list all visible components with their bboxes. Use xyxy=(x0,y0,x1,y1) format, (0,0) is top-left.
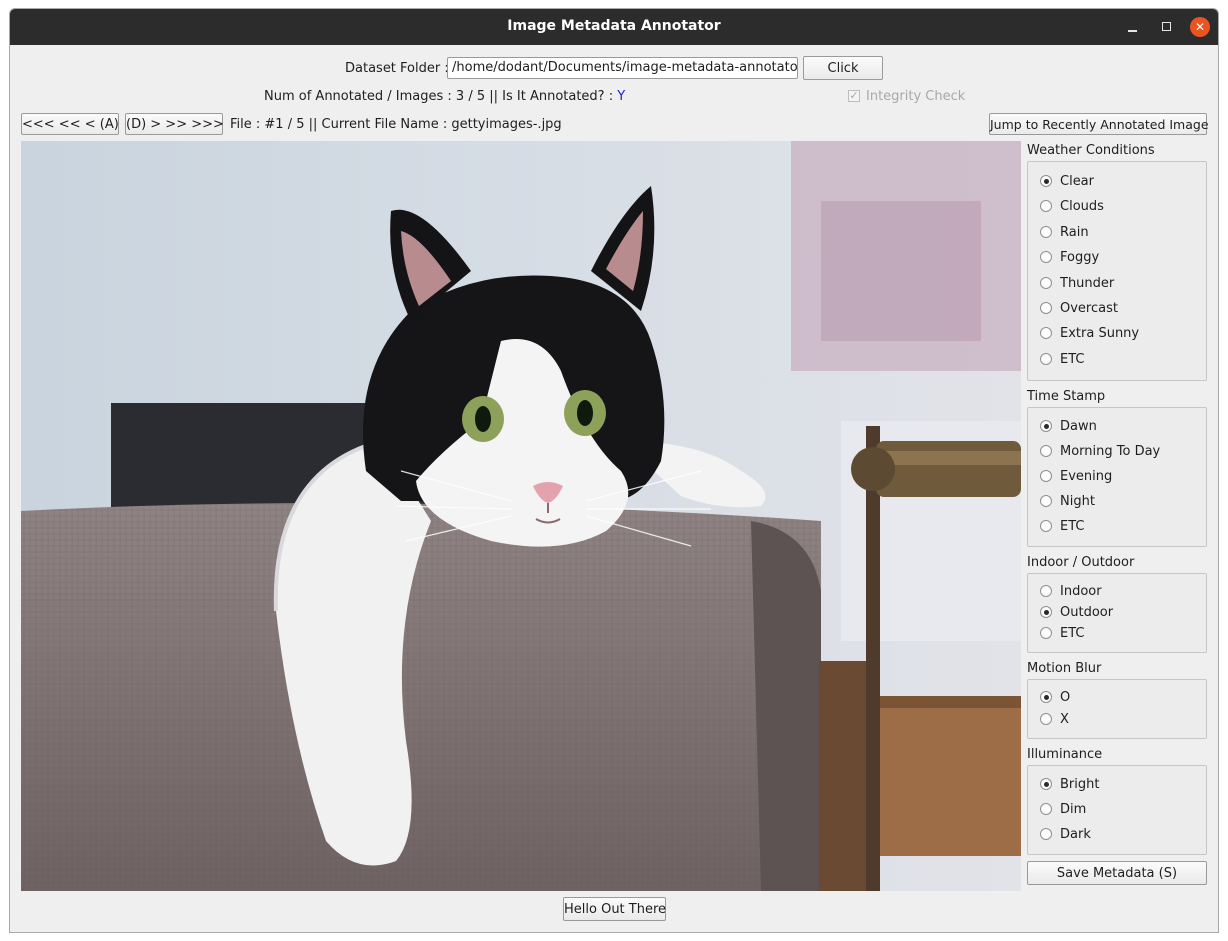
cat-photo xyxy=(21,141,1021,891)
radio-label: X xyxy=(1060,711,1069,727)
radio-option[interactable]: Rain xyxy=(1040,223,1089,241)
radio-indicator[interactable] xyxy=(1040,353,1052,365)
radio-indicator[interactable] xyxy=(1040,691,1052,703)
radio-option[interactable]: Bright xyxy=(1040,775,1099,793)
radio-option[interactable]: Morning To Day xyxy=(1040,442,1160,460)
radio-label: Thunder xyxy=(1060,275,1115,291)
radio-label: Rain xyxy=(1060,224,1089,240)
radio-option[interactable]: Dim xyxy=(1040,800,1086,818)
radio-option[interactable]: Outdoor xyxy=(1040,603,1113,621)
radio-group xyxy=(1027,161,1207,381)
annotated-flag: Y xyxy=(617,89,626,104)
radio-indicator[interactable] xyxy=(1040,302,1052,314)
radio-option[interactable]: Foggy xyxy=(1040,248,1099,266)
radio-indicator[interactable] xyxy=(1040,828,1052,840)
radio-label: Extra Sunny xyxy=(1060,325,1140,341)
radio-option[interactable]: Dark xyxy=(1040,825,1091,843)
close-icon[interactable]: ✕ xyxy=(1190,17,1210,37)
radio-indicator[interactable] xyxy=(1040,200,1052,212)
radio-option[interactable]: ETC xyxy=(1040,624,1084,642)
group-title: Illuminance xyxy=(1027,747,1103,762)
file-info: File : #1 / 5 || Current File Name : get… xyxy=(230,117,562,132)
radio-indicator[interactable] xyxy=(1040,226,1052,238)
radio-option[interactable]: Clouds xyxy=(1040,197,1104,215)
maximize-icon[interactable] xyxy=(1157,17,1177,37)
annotation-status: Num of Annotated / Images : 3 / 5 || Is … xyxy=(264,89,625,104)
radio-label: Foggy xyxy=(1060,249,1100,265)
radio-label: Clear xyxy=(1060,173,1094,189)
radio-label: ETC xyxy=(1060,625,1085,641)
radio-indicator[interactable] xyxy=(1040,277,1052,289)
radio-label: Clouds xyxy=(1060,198,1104,214)
jump-to-recent-button[interactable]: Jump to Recently Annotated Image xyxy=(989,113,1209,135)
radio-indicator[interactable] xyxy=(1040,420,1052,432)
group-title: Motion Blur xyxy=(1027,661,1102,676)
group-title: Weather Conditions xyxy=(1027,143,1155,158)
radio-indicator[interactable] xyxy=(1040,175,1052,187)
radio-label: Night xyxy=(1060,493,1095,509)
radio-option[interactable]: ETC xyxy=(1040,350,1084,368)
radio-label: Indoor xyxy=(1060,583,1102,599)
radio-indicator[interactable] xyxy=(1040,470,1052,482)
radio-option[interactable]: Evening xyxy=(1040,467,1112,485)
group-title: Indoor / Outdoor xyxy=(1027,555,1135,570)
radio-label: Dawn xyxy=(1060,418,1097,434)
radio-label: ETC xyxy=(1060,518,1085,534)
radio-indicator[interactable] xyxy=(1040,713,1052,725)
radio-option[interactable]: Indoor xyxy=(1040,582,1102,600)
radio-indicator[interactable] xyxy=(1040,520,1052,532)
radio-indicator[interactable] xyxy=(1040,803,1052,815)
dataset-folder-label: Dataset Folder : xyxy=(345,61,449,76)
radio-indicator[interactable] xyxy=(1040,606,1052,618)
radio-indicator[interactable] xyxy=(1040,495,1052,507)
minimize-icon[interactable] xyxy=(1123,17,1143,37)
annotation-count-text: Num of Annotated / Images : 3 / 5 || Is … xyxy=(264,89,614,104)
radio-option[interactable]: X xyxy=(1040,710,1069,728)
radio-label: Dim xyxy=(1060,801,1087,817)
radio-option[interactable]: Clear xyxy=(1040,172,1094,190)
choose-folder-button[interactable]: Click xyxy=(803,56,883,80)
radio-indicator[interactable] xyxy=(1040,445,1052,457)
radio-option[interactable]: Dawn xyxy=(1040,417,1097,435)
save-metadata-button[interactable]: Save Metadata (S) xyxy=(1027,861,1207,885)
app-window: Image Metadata Annotator ✕ Dataset Folde… xyxy=(9,8,1219,933)
radio-option[interactable]: Overcast xyxy=(1040,299,1118,317)
window-title: Image Metadata Annotator xyxy=(507,18,721,34)
group-title: Time Stamp xyxy=(1027,389,1106,404)
next-image-button[interactable]: (D) > >> >>> xyxy=(125,113,224,135)
radio-label: O xyxy=(1060,689,1071,705)
radio-label: Evening xyxy=(1060,468,1113,484)
radio-indicator[interactable] xyxy=(1040,327,1052,339)
integrity-check-checkbox[interactable]: ✓ xyxy=(848,90,860,102)
radio-option[interactable]: ETC xyxy=(1040,517,1084,535)
radio-option[interactable]: O xyxy=(1040,688,1070,706)
radio-indicator[interactable] xyxy=(1040,251,1052,263)
radio-label: Morning To Day xyxy=(1060,443,1161,459)
radio-label: Dark xyxy=(1060,826,1091,842)
hello-button[interactable]: Hello Out There xyxy=(563,897,666,921)
dataset-folder-input[interactable]: /home/dodant/Documents/image-metadata-an… xyxy=(447,57,798,79)
radio-indicator[interactable] xyxy=(1040,585,1052,597)
radio-label: Overcast xyxy=(1060,300,1118,316)
title-bar: Image Metadata Annotator ✕ xyxy=(10,9,1218,45)
radio-option[interactable]: Thunder xyxy=(1040,274,1114,292)
radio-indicator[interactable] xyxy=(1040,778,1052,790)
integrity-check-label: Integrity Check xyxy=(866,89,966,104)
radio-option[interactable]: Night xyxy=(1040,492,1095,510)
radio-label: ETC xyxy=(1060,351,1085,367)
radio-indicator[interactable] xyxy=(1040,627,1052,639)
radio-option[interactable]: Extra Sunny xyxy=(1040,324,1139,342)
radio-label: Bright xyxy=(1060,776,1100,792)
image-preview xyxy=(21,141,1021,891)
radio-label: Outdoor xyxy=(1060,604,1114,620)
prev-image-button[interactable]: <<< << < (A) xyxy=(21,113,119,135)
